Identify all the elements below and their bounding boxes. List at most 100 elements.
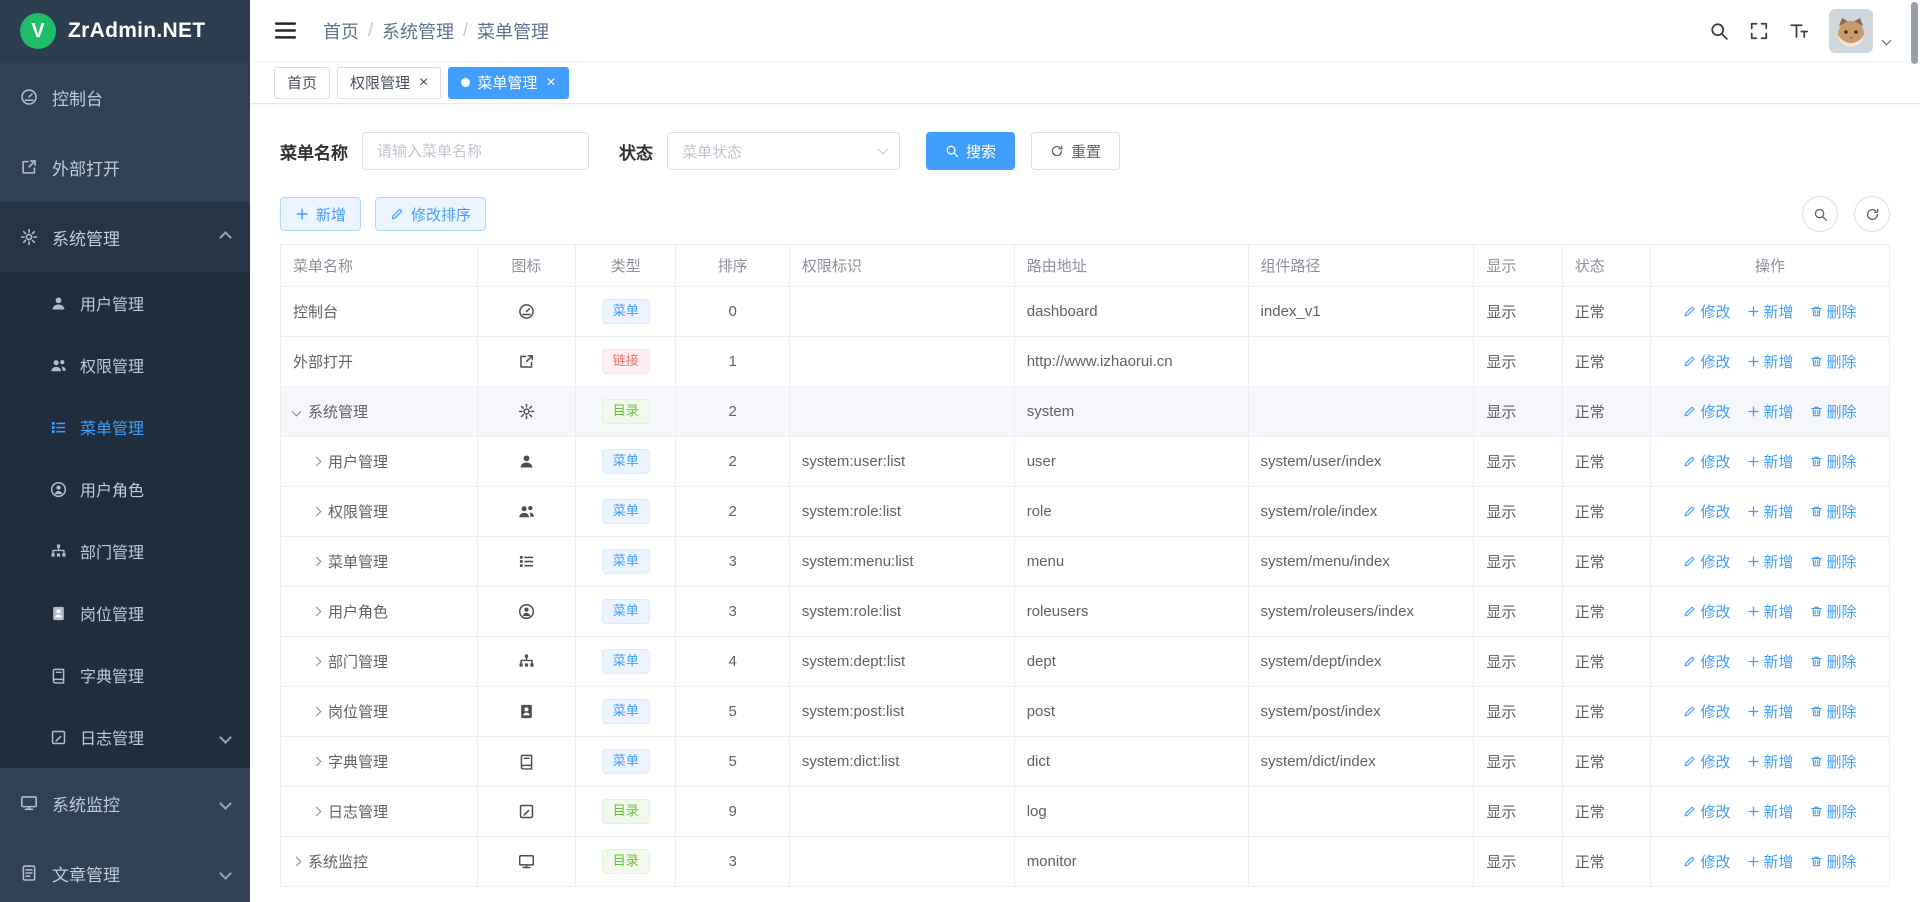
chevron-right-icon[interactable] <box>312 807 322 817</box>
tab[interactable]: 权限管理× <box>337 67 441 99</box>
delete-link[interactable]: 删除 <box>1810 801 1857 822</box>
chevron-right-icon[interactable] <box>312 707 322 717</box>
status-select[interactable]: 菜单状态 <box>667 132 900 170</box>
sidebar-subitem[interactable]: 用户角色 <box>0 458 250 520</box>
add-link[interactable]: 新增 <box>1747 601 1794 622</box>
chevron-down-icon[interactable] <box>1882 35 1892 45</box>
sidebar-subitem[interactable]: 字典管理 <box>0 644 250 706</box>
edit-link[interactable]: 修改 <box>1683 301 1730 322</box>
sidebar-item[interactable]: 系统管理 <box>0 202 250 272</box>
sidebar-subitem[interactable]: 岗位管理 <box>0 582 250 644</box>
edit-link[interactable]: 修改 <box>1683 801 1730 822</box>
delete-link[interactable]: 删除 <box>1810 601 1857 622</box>
delete-link[interactable]: 删除 <box>1810 301 1857 322</box>
fullscreen-icon[interactable] <box>1749 21 1769 41</box>
add-link[interactable]: 新增 <box>1747 751 1794 772</box>
cell-visible: 显示 <box>1474 687 1562 737</box>
sidebar-item[interactable]: 文章管理 <box>0 838 250 902</box>
edit-link[interactable]: 修改 <box>1683 701 1730 722</box>
close-icon[interactable]: × <box>419 75 428 91</box>
hamburger-icon[interactable] <box>274 19 297 42</box>
delete-link[interactable]: 删除 <box>1810 351 1857 372</box>
chevron-right-icon[interactable] <box>312 607 322 617</box>
table-row[interactable]: 字典管理菜单5system:dict:listdictsystem/dict/i… <box>281 737 1890 787</box>
chevron-right-icon[interactable] <box>312 457 322 467</box>
table-row[interactable]: 岗位管理菜单5system:post:listpostsystem/post/i… <box>281 687 1890 737</box>
table-row[interactable]: 用户角色菜单3system:role:listroleuserssystem/r… <box>281 587 1890 637</box>
delete-link[interactable]: 删除 <box>1810 751 1857 772</box>
add-link[interactable]: 新增 <box>1747 651 1794 672</box>
delete-link[interactable]: 删除 <box>1810 501 1857 522</box>
edit-link[interactable]: 修改 <box>1683 451 1730 472</box>
edit-link[interactable]: 修改 <box>1683 651 1730 672</box>
avatar[interactable] <box>1829 9 1873 53</box>
sidebar-item[interactable]: 控制台 <box>0 62 250 132</box>
edit-link[interactable]: 修改 <box>1683 851 1730 872</box>
delete-link[interactable]: 删除 <box>1810 851 1857 872</box>
breadcrumb-item[interactable]: 系统管理 <box>382 18 454 44</box>
table-row[interactable]: 外部打开链接1http://www.izhaorui.cn显示正常修改新增删除 <box>281 337 1890 387</box>
breadcrumb-item[interactable]: 首页 <box>323 18 359 44</box>
sidebar-subitem[interactable]: 菜单管理 <box>0 396 250 458</box>
search-button[interactable]: 搜索 <box>926 132 1015 170</box>
toggle-search-button[interactable] <box>1802 196 1838 232</box>
edit-link[interactable]: 修改 <box>1683 751 1730 772</box>
table-row[interactable]: 控制台菜单0dashboardindex_v1显示正常修改新增删除 <box>281 287 1890 337</box>
scrollbar[interactable] <box>1911 2 1918 64</box>
delete-link[interactable]: 删除 <box>1810 451 1857 472</box>
edit-link[interactable]: 修改 <box>1683 351 1730 372</box>
table-row[interactable]: 日志管理目录9log显示正常修改新增删除 <box>281 787 1890 837</box>
table-row[interactable]: 菜单管理菜单3system:menu:listmenusystem/menu/i… <box>281 537 1890 587</box>
tab[interactable]: 首页 <box>274 67 330 99</box>
menu-name-input[interactable] <box>362 132 589 170</box>
sidebar-subitem[interactable]: 用户管理 <box>0 272 250 334</box>
add-link[interactable]: 新增 <box>1747 401 1794 422</box>
add-link[interactable]: 新增 <box>1747 801 1794 822</box>
user-icon <box>50 295 67 312</box>
table-row[interactable]: 系统监控目录3monitor显示正常修改新增删除 <box>281 837 1890 887</box>
cell-menu-name: 菜单管理 <box>281 537 478 587</box>
sort-button[interactable]: 修改排序 <box>375 197 486 231</box>
close-icon[interactable]: × <box>546 75 555 91</box>
add-link[interactable]: 新增 <box>1747 451 1794 472</box>
add-link[interactable]: 新增 <box>1747 701 1794 722</box>
reset-button[interactable]: 重置 <box>1031 132 1120 170</box>
sidebar-subitem[interactable]: 日志管理 <box>0 706 250 768</box>
tab[interactable]: 菜单管理× <box>448 67 568 99</box>
add-link[interactable]: 新增 <box>1747 301 1794 322</box>
sidebar-subitem[interactable]: 部门管理 <box>0 520 250 582</box>
chevron-down-icon[interactable] <box>292 407 302 417</box>
edit-link[interactable]: 修改 <box>1683 601 1730 622</box>
column-header: 路由地址 <box>1014 245 1248 287</box>
table-row[interactable]: 部门管理菜单4system:dept:listdeptsystem/dept/i… <box>281 637 1890 687</box>
table-row[interactable]: 用户管理菜单2system:user:listusersystem/user/i… <box>281 437 1890 487</box>
breadcrumb-separator: / <box>463 20 468 41</box>
chevron-right-icon[interactable] <box>312 757 322 767</box>
add-link[interactable]: 新增 <box>1747 851 1794 872</box>
table-row[interactable]: 权限管理菜单2system:role:listrolesystem/role/i… <box>281 487 1890 537</box>
chevron-right-icon[interactable] <box>292 857 302 867</box>
font-size-icon[interactable] <box>1789 21 1809 41</box>
chevron-right-icon[interactable] <box>312 507 322 517</box>
delete-link[interactable]: 删除 <box>1810 651 1857 672</box>
plus-icon <box>1747 555 1760 568</box>
delete-link[interactable]: 删除 <box>1810 701 1857 722</box>
add-button[interactable]: 新增 <box>280 197 361 231</box>
cell-component <box>1248 337 1474 387</box>
refresh-table-button[interactable] <box>1854 196 1890 232</box>
add-link[interactable]: 新增 <box>1747 351 1794 372</box>
edit-link[interactable]: 修改 <box>1683 501 1730 522</box>
sidebar-item[interactable]: 外部打开 <box>0 132 250 202</box>
delete-link[interactable]: 删除 <box>1810 401 1857 422</box>
table-row[interactable]: 系统管理目录2system显示正常修改新增删除 <box>281 387 1890 437</box>
delete-link[interactable]: 删除 <box>1810 551 1857 572</box>
add-link[interactable]: 新增 <box>1747 551 1794 572</box>
chevron-right-icon[interactable] <box>312 657 322 667</box>
search-icon[interactable] <box>1709 21 1729 41</box>
edit-link[interactable]: 修改 <box>1683 551 1730 572</box>
chevron-right-icon[interactable] <box>312 557 322 567</box>
sidebar-item[interactable]: 系统监控 <box>0 768 250 838</box>
edit-link[interactable]: 修改 <box>1683 401 1730 422</box>
add-link[interactable]: 新增 <box>1747 501 1794 522</box>
sidebar-subitem[interactable]: 权限管理 <box>0 334 250 396</box>
